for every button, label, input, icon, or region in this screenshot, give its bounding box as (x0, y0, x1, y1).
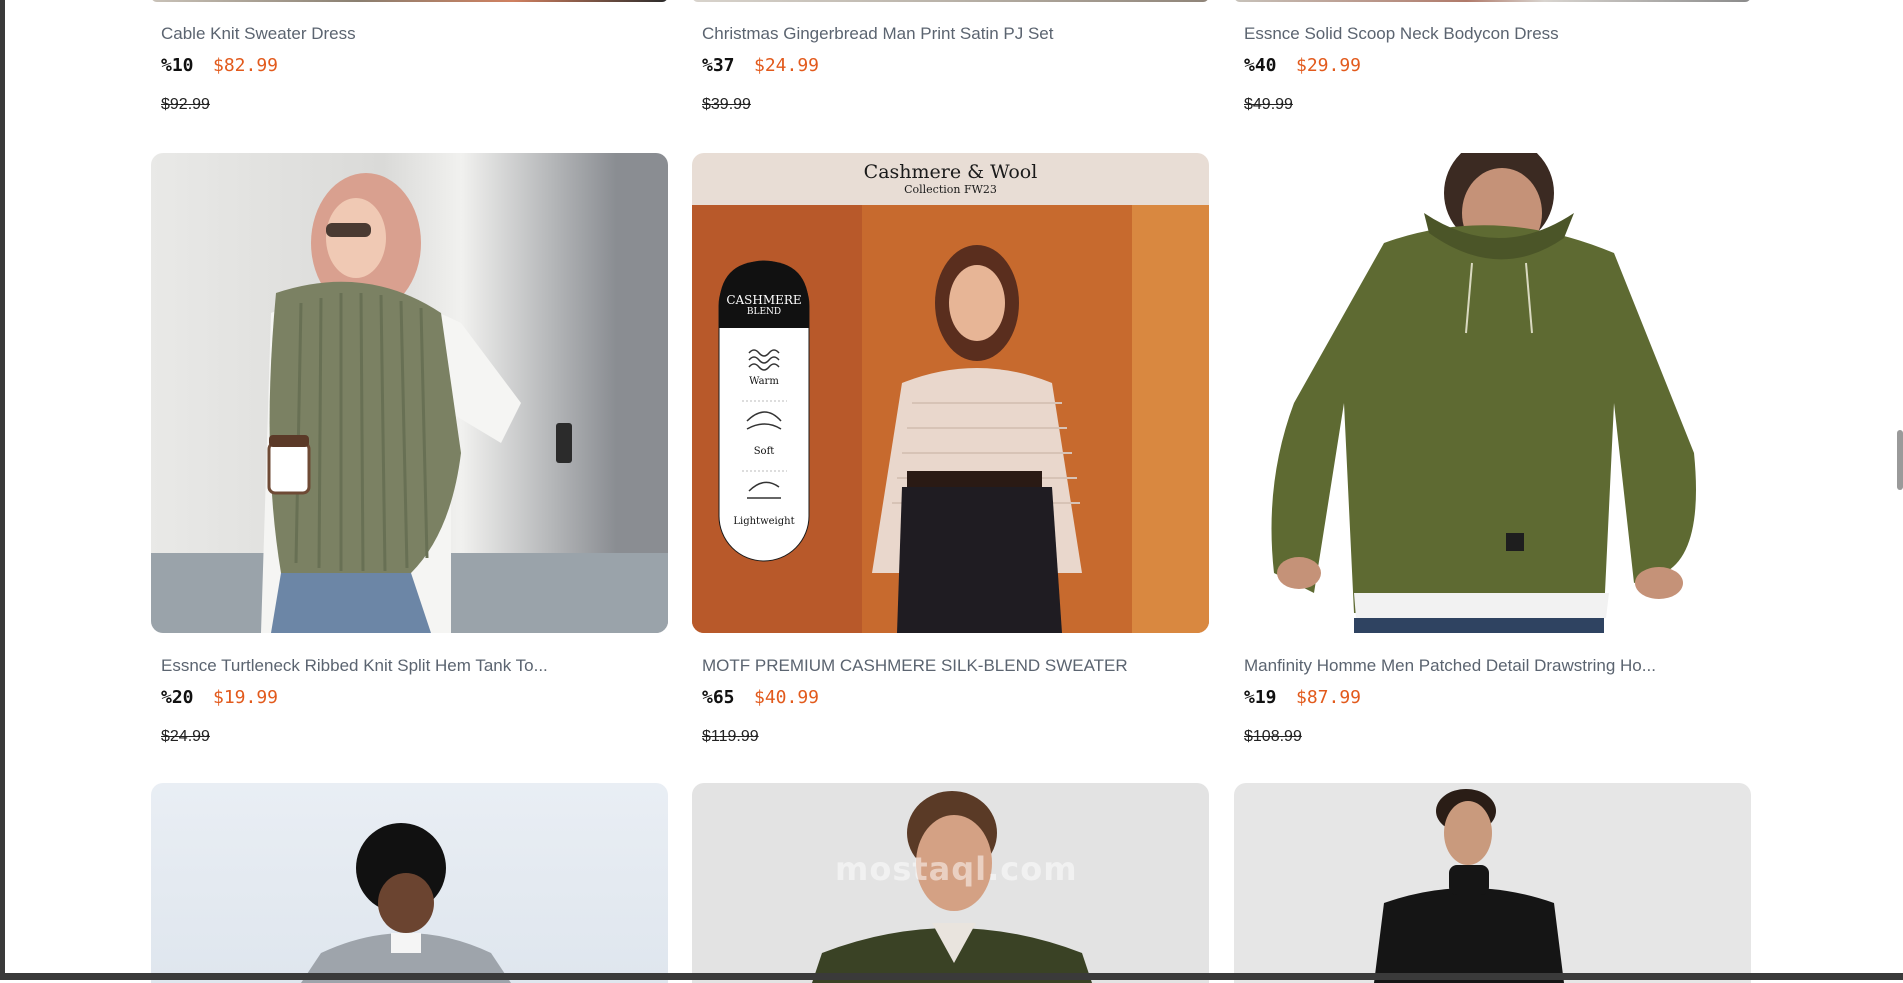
original-price: $92.99 (161, 96, 210, 113)
product-title[interactable]: Essnce Turtleneck Ribbed Knit Split Hem … (161, 656, 548, 676)
product-image[interactable] (151, 153, 668, 633)
hoodie-model-illustration (301, 823, 511, 983)
product-card[interactable]: Essnce Turtleneck Ribbed Knit Split Hem … (151, 153, 668, 763)
product-card[interactable]: Essnce Solid Scoop Neck Bodycon Dress %4… (1234, 0, 1751, 130)
product-card[interactable]: Cable Knit Sweater Dress %10 $82.99 $92.… (151, 0, 668, 130)
feature-warm: Warm (749, 376, 779, 387)
product-title[interactable]: MOTF PREMIUM CASHMERE SILK-BLEND SWEATER (702, 656, 1128, 676)
badge-line-1: CASHMERE (726, 293, 802, 307)
product-title[interactable]: Christmas Gingerbread Man Print Satin PJ… (702, 24, 1053, 44)
discount-badge: %37 (702, 55, 735, 76)
product-card[interactable] (1234, 783, 1751, 983)
feature-lightweight: Lightweight (733, 516, 795, 527)
product-image[interactable] (1234, 783, 1751, 983)
discount-badge: %19 (1244, 687, 1277, 708)
product-image[interactable] (151, 0, 668, 2)
product-title[interactable]: Essnce Solid Scoop Neck Bodycon Dress (1244, 24, 1559, 44)
original-price: $24.99 (161, 728, 210, 745)
product-title[interactable]: Manfinity Homme Men Patched Detail Draws… (1244, 656, 1656, 676)
product-image[interactable] (1234, 153, 1751, 633)
sale-price: $87.99 (1296, 687, 1362, 708)
sale-price: $82.99 (213, 55, 279, 76)
image-subheading: Collection FW23 (904, 183, 997, 196)
product-title[interactable]: Cable Knit Sweater Dress (161, 24, 356, 44)
product-card[interactable]: Christmas Gingerbread Man Print Satin PJ… (692, 0, 1209, 130)
product-image[interactable] (692, 0, 1209, 2)
turtleneck-model-illustration (1374, 789, 1564, 983)
sale-price: $40.99 (754, 687, 820, 708)
image-heading: Cashmere & Wool (863, 161, 1038, 183)
turtleneck-model-illustration (151, 173, 668, 633)
product-card[interactable]: Manfinity Homme Men Patched Detail Draws… (1234, 153, 1751, 763)
hoodie-model-illustration (1271, 153, 1696, 633)
scrollbar-thumb[interactable] (1897, 430, 1903, 490)
badge-line-2: BLEND (746, 307, 782, 317)
original-price: $119.99 (702, 728, 759, 745)
product-card[interactable]: Cashmere & Wool Collection FW23 CASHMERE… (692, 153, 1209, 763)
product-card[interactable] (151, 783, 668, 983)
original-price: $108.99 (1244, 728, 1302, 745)
discount-badge: %40 (1244, 55, 1277, 76)
cashmere-model-illustration (692, 205, 1209, 633)
sale-price: $19.99 (213, 687, 279, 708)
product-image[interactable]: Cashmere & Wool Collection FW23 CASHMERE… (692, 153, 1209, 633)
discount-badge: %65 (702, 687, 735, 708)
discount-badge: %20 (161, 687, 194, 708)
window-left-border (0, 0, 5, 980)
discount-badge: %10 (161, 55, 194, 76)
original-price: $49.99 (1244, 96, 1293, 113)
original-price: $39.99 (702, 96, 751, 113)
window-bottom-border (0, 973, 1903, 980)
product-image[interactable] (151, 783, 668, 983)
product-image[interactable] (1234, 0, 1751, 2)
sale-price: $24.99 (754, 55, 820, 76)
watermark: mostaql.com (835, 850, 1078, 888)
sale-price: $29.99 (1296, 55, 1362, 76)
feature-soft: Soft (753, 446, 775, 457)
